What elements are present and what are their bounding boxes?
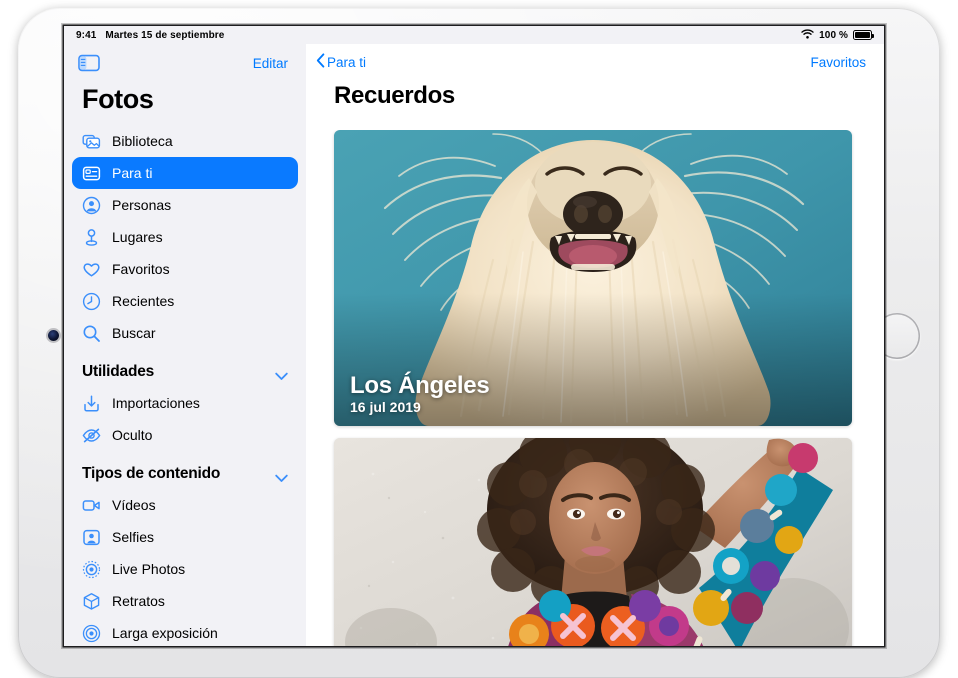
status-time: 9:41: [76, 30, 96, 41]
section-header-utilidades[interactable]: Utilidades: [64, 349, 306, 387]
back-button[interactable]: Para ti: [316, 53, 366, 71]
sidebar-item-label: Larga exposición: [112, 625, 218, 641]
sidebar-item-label: Vídeos: [112, 497, 156, 513]
content-title: Recuerdos: [306, 80, 884, 124]
sidebar-tipos-list: Vídeos Selfies: [64, 489, 306, 646]
sidebar-item-favoritos[interactable]: Favoritos: [72, 253, 298, 285]
chevron-down-icon[interactable]: [275, 470, 288, 479]
back-button-label: Para ti: [327, 55, 366, 70]
sidebar-item-selfies[interactable]: Selfies: [72, 521, 298, 553]
search-icon: [82, 324, 101, 343]
memory-date: 16 jul 2019: [350, 399, 489, 415]
memory-card[interactable]: [334, 438, 852, 646]
sidebar-item-personas[interactable]: Personas: [72, 189, 298, 221]
memory-card[interactable]: Los Ángeles 16 jul 2019: [334, 130, 852, 426]
live-photo-icon: [82, 560, 101, 579]
woman-colorful-jacket-photo: [334, 438, 852, 646]
portrait-cube-icon: [82, 592, 101, 611]
chevron-down-icon[interactable]: [275, 368, 288, 377]
sidebar-item-label: Para ti: [112, 165, 152, 181]
memories-list[interactable]: Los Ángeles 16 jul 2019: [306, 130, 884, 646]
sidebar: Editar Fotos Biblioteca: [64, 44, 306, 646]
memory-overlay: Los Ángeles 16 jul 2019: [350, 373, 489, 415]
sidebar-item-recientes[interactable]: Recientes: [72, 285, 298, 317]
page-title: Fotos: [64, 82, 306, 125]
sidebar-item-buscar[interactable]: Buscar: [72, 317, 298, 349]
sidebar-item-para-ti[interactable]: Para ti: [72, 157, 298, 189]
memory-title: Los Ángeles: [350, 373, 489, 398]
battery-full-icon: [853, 30, 872, 40]
content-pane: Para ti Favoritos Recuerdos: [306, 44, 884, 646]
sidebar-item-importaciones[interactable]: Importaciones: [72, 387, 298, 419]
chevron-left-icon: [316, 53, 325, 71]
sidebar-item-label: Buscar: [112, 325, 156, 341]
sidebar-item-live-photos[interactable]: Live Photos: [72, 553, 298, 585]
sidebar-item-label: Recientes: [112, 293, 174, 309]
import-download-icon: [82, 394, 101, 413]
sidebar-item-lugares[interactable]: Lugares: [72, 221, 298, 253]
sidebar-item-retratos[interactable]: Retratos: [72, 585, 298, 617]
edit-button[interactable]: Editar: [253, 56, 288, 71]
sidebar-item-oculto[interactable]: Oculto: [72, 419, 298, 451]
sidebar-item-label: Selfies: [112, 529, 154, 545]
heart-icon: [82, 260, 101, 279]
section-title: Utilidades: [82, 363, 154, 381]
sidebar-toolbar: Editar: [64, 44, 306, 82]
sidebar-item-larga-exposicion[interactable]: Larga exposición: [72, 617, 298, 646]
sidebar-item-label: Favoritos: [112, 261, 170, 277]
battery-percentage: 100 %: [819, 30, 848, 41]
front-camera: [48, 330, 59, 341]
wifi-icon: [801, 29, 814, 42]
status-bar: 9:41 Martes 15 de septiembre 100 %: [64, 26, 884, 44]
video-camera-icon: [82, 496, 101, 515]
map-pin-icon: [82, 228, 101, 247]
ipad-screen: 9:41 Martes 15 de septiembre 100 %: [64, 26, 884, 646]
sidebar-item-label: Live Photos: [112, 561, 185, 577]
section-title: Tipos de contenido: [82, 465, 220, 483]
sidebar-item-label: Biblioteca: [112, 133, 173, 149]
ipad-device-frame: 9:41 Martes 15 de septiembre 100 %: [18, 8, 940, 678]
photo-stack-icon: [82, 132, 101, 151]
sidebar-item-label: Importaciones: [112, 395, 200, 411]
person-circle-icon: [82, 196, 101, 215]
sidebar-toggle-icon[interactable]: [78, 54, 100, 72]
sidebar-item-label: Personas: [112, 197, 171, 213]
sidebar-item-label: Oculto: [112, 427, 152, 443]
eye-slash-icon: [82, 426, 101, 445]
sidebar-item-videos[interactable]: Vídeos: [72, 489, 298, 521]
clock-icon: [82, 292, 101, 311]
content-navbar: Para ti Favoritos: [306, 44, 884, 80]
favorites-button[interactable]: Favoritos: [810, 55, 866, 70]
sidebar-item-label: Lugares: [112, 229, 163, 245]
status-bar-right: 100 %: [801, 29, 872, 42]
sidebar-item-biblioteca[interactable]: Biblioteca: [72, 125, 298, 157]
sidebar-item-label: Retratos: [112, 593, 165, 609]
for-you-card-icon: [82, 164, 101, 183]
section-header-tipos-de-contenido[interactable]: Tipos de contenido: [64, 451, 306, 489]
selfie-person-icon: [82, 528, 101, 547]
status-bar-left: 9:41 Martes 15 de septiembre: [76, 30, 224, 41]
sidebar-primary-list: Biblioteca Para ti: [64, 125, 306, 349]
long-exposure-icon: [82, 624, 101, 643]
status-date: Martes 15 de septiembre: [105, 30, 224, 41]
sidebar-utilidades-list: Importaciones Oculto: [64, 387, 306, 451]
photos-app: Editar Fotos Biblioteca: [64, 44, 884, 646]
